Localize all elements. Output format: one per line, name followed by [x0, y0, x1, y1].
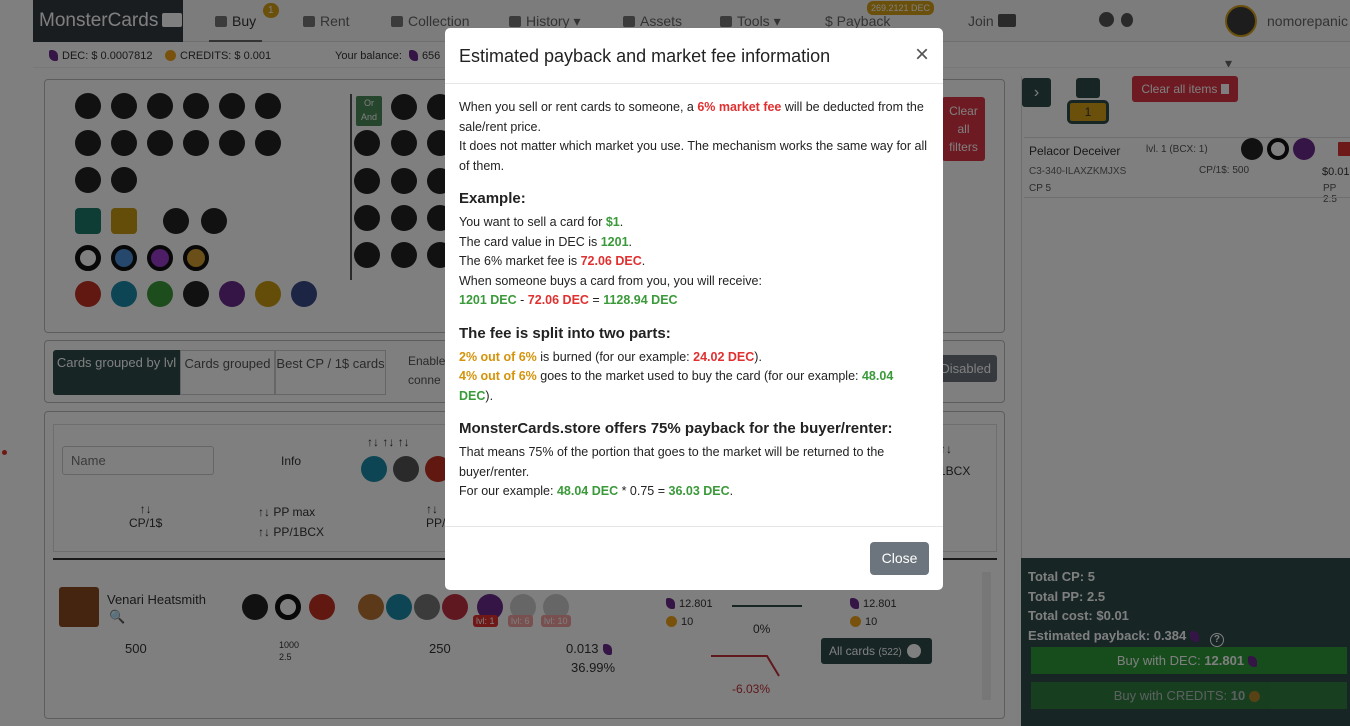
example-2-text: The card value in DEC is	[459, 234, 601, 249]
payback-2-result: 36.03 DEC	[668, 484, 730, 498]
payback-heading: MonsterCards.store offers 75% payback fo…	[459, 420, 893, 437]
split-line-2: 4% out of 6% goes to the market used to …	[459, 369, 894, 403]
example-heading: Example:	[459, 190, 526, 207]
split-1-text: is burned (for our example:	[540, 349, 694, 364]
payback-2-text: For our example:	[459, 484, 557, 498]
example-line-4: When someone buys a card from you, you w…	[459, 273, 762, 288]
example-1-value: $1	[605, 215, 620, 229]
example-5-b: 72.06 DEC	[527, 293, 589, 307]
example-line-2: The card value in DEC is 1201.	[459, 234, 633, 249]
split-1-value: 24.02 DEC	[693, 349, 755, 364]
example-3-text: The 6% market fee is	[459, 254, 581, 268]
market-note: It does not matter which market you use.…	[459, 139, 928, 173]
example-line-3: The 6% market fee is 72.06 DEC.	[459, 254, 646, 268]
payback-line-2: For our example: 48.04 DEC * 0.75 = 36.0…	[459, 484, 734, 498]
payback-2-mult: * 0.75 =	[618, 484, 669, 498]
close-icon[interactable]: ×	[911, 42, 933, 68]
modal-header: Estimated payback and market fee informa…	[445, 28, 943, 84]
split-1-percent: 2% out of 6%	[459, 349, 537, 364]
split-2-text: goes to the market used to buy the card …	[540, 369, 862, 383]
fee-percent: 6% market fee	[697, 100, 782, 114]
payback-line-1: That means 75% of the portion that goes …	[459, 445, 885, 479]
example-5-c: 1128.94 DEC	[603, 293, 678, 307]
modal-footer: Close	[445, 526, 943, 590]
modal-title: Estimated payback and market fee informa…	[459, 46, 831, 66]
example-line-5: 1201 DEC - 72.06 DEC = 1128.94 DEC	[459, 293, 678, 307]
example-2-value: 1201	[600, 234, 629, 249]
split-line-1: 2% out of 6% is burned (for our example:…	[459, 349, 762, 364]
example-3-value: 72.06 DEC	[580, 254, 642, 268]
close-button[interactable]: Close	[870, 542, 929, 575]
example-line-1: You want to sell a card for $1.	[459, 215, 624, 229]
example-1-text: You want to sell a card for	[459, 215, 606, 229]
payback-info-modal: Estimated payback and market fee informa…	[445, 28, 943, 590]
split-heading: The fee is split into two parts:	[459, 324, 671, 342]
split-2-percent: 4% out of 6%	[459, 369, 537, 383]
fee-intro-text: When you sell or rent cards to someone, …	[459, 100, 698, 114]
example-5-a: 1201 DEC	[459, 293, 517, 307]
payback-2-value: 48.04 DEC	[556, 484, 619, 498]
modal-body: When you sell or rent cards to someone, …	[459, 98, 929, 502]
fee-intro: When you sell or rent cards to someone, …	[459, 98, 929, 137]
